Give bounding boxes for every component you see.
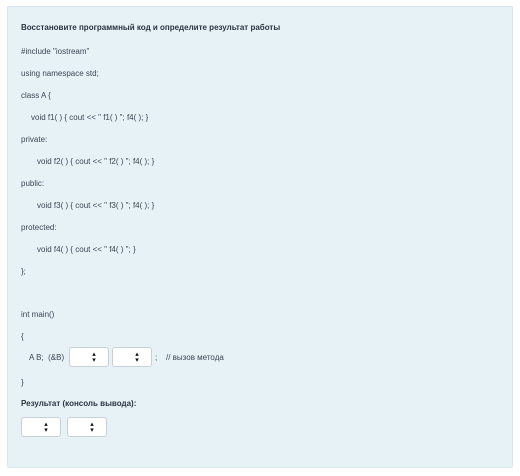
code-line-include: #include "iostream" <box>21 47 90 56</box>
up-down-chevron-icon: ▴ ▾ <box>44 421 48 434</box>
code-line-f2: void f2( ) { cout << " f2( ) "; f4( ); } <box>37 157 155 166</box>
up-down-chevron-icon: ▴ ▾ <box>135 351 139 364</box>
code-line-f3: void f3( ) { cout << " f3( ) "; f4( ); } <box>37 201 155 210</box>
method-select-1[interactable]: ▴ ▾ <box>69 347 109 367</box>
code-line-open-brace: { <box>21 332 24 341</box>
task-title: Восстановите программный код и определит… <box>21 23 281 32</box>
result-label: Результат (консоль вывода): <box>21 399 137 408</box>
code-line-protected: protected: <box>21 223 57 232</box>
code-line-class: class A { <box>21 91 51 100</box>
up-down-chevron-icon: ▴ ▾ <box>90 421 94 434</box>
up-down-chevron-icon: ▴ ▾ <box>92 351 96 364</box>
code-line-close-brace: } <box>21 378 24 387</box>
call-comment: // вызов метода <box>166 353 224 362</box>
code-line-private: private: <box>21 135 48 144</box>
code-line-namespace: using namespace std; <box>21 69 99 78</box>
code-line-public: public: <box>21 179 45 188</box>
question-panel: Восстановите программный код и определит… <box>7 6 513 468</box>
code-line-f1: void f1( ) { cout << " f1( ) "; f4( ); } <box>31 113 149 122</box>
code-line-main: int main() <box>21 310 55 319</box>
method-select-2[interactable]: ▴ ▾ <box>112 347 152 367</box>
code-line-class-end: }; <box>21 267 26 276</box>
call-separator: ; <box>155 353 158 362</box>
result-select-2[interactable]: ▴ ▾ <box>67 417 107 437</box>
code-line-f4: void f4( ) { cout << " f4( ) "; } <box>37 245 136 254</box>
call-prefix: A B; (&B) <box>29 353 65 362</box>
result-select-1[interactable]: ▴ ▾ <box>21 417 61 437</box>
